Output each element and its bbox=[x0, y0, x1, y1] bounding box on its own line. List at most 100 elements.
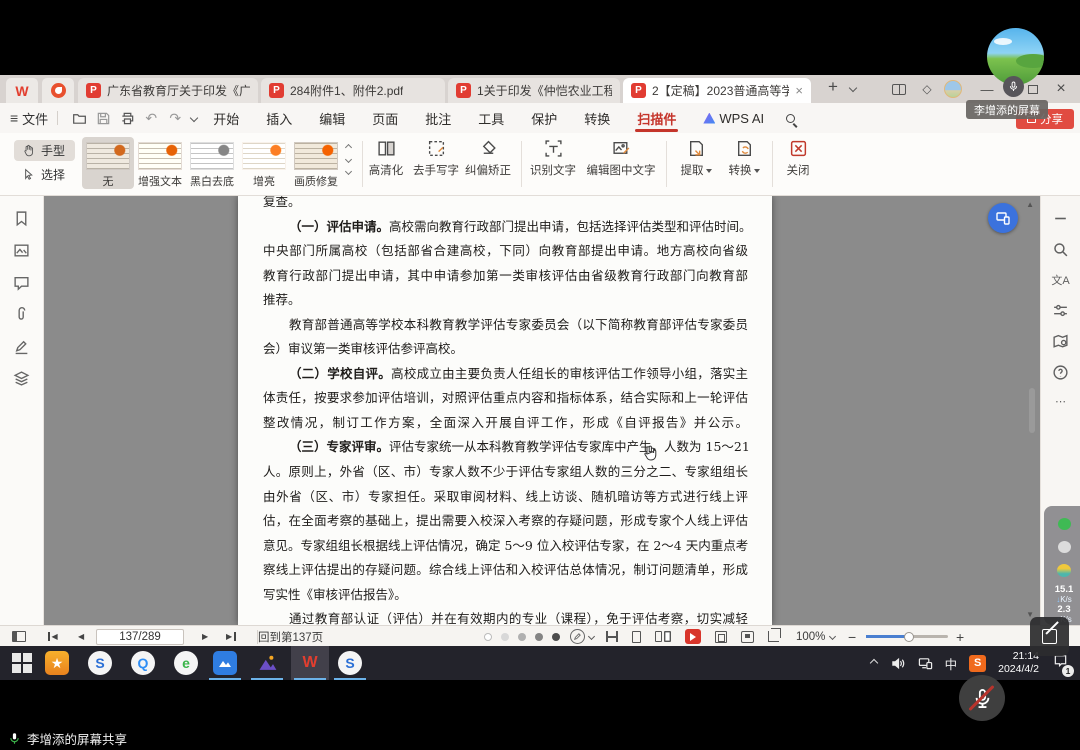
mute-toggle-button[interactable] bbox=[959, 675, 1005, 721]
network-display-icon[interactable] bbox=[918, 656, 933, 671]
sogou-input-icon[interactable]: S bbox=[969, 655, 986, 672]
filter-brighten[interactable]: 增亮 bbox=[238, 137, 290, 189]
last-page-button[interactable]: ▶ bbox=[226, 626, 236, 647]
annotation-tool-button[interactable] bbox=[1030, 617, 1069, 656]
zoom-level-button[interactable]: 100% bbox=[796, 626, 835, 647]
tab-document-4-active[interactable]: P 2【定稿】2023普通高等学校 × bbox=[623, 78, 811, 103]
tab-close-icon[interactable]: × bbox=[795, 84, 803, 97]
deskew-button[interactable]: 纠偏矫正 bbox=[462, 139, 514, 178]
crop-view-button[interactable] bbox=[768, 631, 779, 642]
search-icon[interactable] bbox=[786, 114, 795, 123]
page-color-light[interactable] bbox=[501, 633, 509, 641]
comment-icon[interactable] bbox=[13, 274, 30, 291]
taskbar-app-favorites[interactable]: ★ bbox=[45, 646, 69, 680]
multi-device-float-button[interactable] bbox=[988, 203, 1018, 233]
zoom-slider-handle[interactable] bbox=[904, 632, 914, 642]
menu-convert[interactable]: 转换 bbox=[584, 103, 610, 133]
tab-document-1[interactable]: P 广东省教育厅关于印发《广东省 bbox=[78, 78, 258, 103]
remove-handwriting-button[interactable]: 去手写字 bbox=[410, 139, 462, 178]
tab-document-2[interactable]: P 284附件1、附件2.pdf bbox=[261, 78, 445, 103]
adjust-icon[interactable] bbox=[1052, 302, 1069, 319]
page-color-dim[interactable] bbox=[535, 633, 543, 641]
translate-icon[interactable]: 文A bbox=[1051, 272, 1069, 288]
taskbar-app-browser-s[interactable]: S bbox=[88, 646, 112, 680]
first-page-button[interactable]: ◀ bbox=[48, 626, 58, 647]
collapse-icon[interactable] bbox=[1052, 210, 1069, 227]
bookmark-icon[interactable] bbox=[13, 210, 30, 227]
menu-protect[interactable]: 保护 bbox=[531, 103, 557, 133]
taskbar-app-meeting[interactable] bbox=[213, 646, 237, 680]
menu-comment[interactable]: 批注 bbox=[425, 103, 451, 133]
zoom-out-button[interactable]: − bbox=[848, 626, 856, 647]
page-panel-button[interactable] bbox=[715, 631, 727, 643]
filter-none[interactable]: 无 bbox=[82, 137, 134, 189]
menu-scan-active[interactable]: 扫描件 bbox=[637, 103, 676, 133]
gallery-expand-icon[interactable] bbox=[345, 168, 352, 175]
next-page-button[interactable]: ▶ bbox=[202, 626, 208, 647]
sidebar-toggle-button[interactable] bbox=[12, 626, 26, 647]
action-center-button[interactable]: 1 bbox=[1053, 653, 1068, 673]
continuous-view-button[interactable] bbox=[606, 631, 618, 642]
wps-home-tab[interactable]: W bbox=[6, 78, 38, 103]
volume-icon[interactable] bbox=[891, 656, 906, 671]
page-color-dark[interactable] bbox=[552, 633, 560, 641]
print-icon[interactable] bbox=[118, 109, 136, 127]
hand-tool-button[interactable]: 手型 bbox=[14, 140, 75, 161]
page-number-input[interactable] bbox=[96, 629, 184, 645]
extract-button[interactable]: 提取 bbox=[674, 139, 718, 178]
gallery-up-icon[interactable] bbox=[345, 144, 352, 151]
restore-button[interactable] bbox=[1022, 81, 1044, 97]
single-page-view-button[interactable] bbox=[632, 631, 641, 643]
docer-tab[interactable] bbox=[42, 78, 74, 103]
account-avatar[interactable] bbox=[944, 80, 962, 98]
undo-icon[interactable]: ↶ bbox=[142, 109, 160, 127]
new-tab-button[interactable]: + bbox=[822, 77, 844, 101]
close-scan-button[interactable]: 关闭 bbox=[779, 139, 817, 178]
signature-icon[interactable] bbox=[13, 338, 30, 355]
page-color-white[interactable] bbox=[484, 633, 492, 641]
highlight-pen-button[interactable] bbox=[570, 626, 594, 647]
split-view-button[interactable] bbox=[888, 81, 910, 97]
gallery-down-icon[interactable] bbox=[345, 156, 352, 163]
taskbar-app-browser-s2[interactable]: S bbox=[338, 646, 362, 680]
workspace-button[interactable]: ◇ bbox=[916, 81, 938, 97]
scroll-up-icon[interactable]: ▲ bbox=[1026, 200, 1034, 209]
taskbar-app-mountain[interactable] bbox=[255, 646, 279, 680]
menu-tools[interactable]: 工具 bbox=[478, 103, 504, 133]
thumbnail-icon[interactable] bbox=[13, 242, 30, 259]
hd-enhance-button[interactable]: 高清化 bbox=[364, 139, 408, 178]
more-icon[interactable]: ⋯ bbox=[1055, 395, 1066, 408]
menu-file[interactable]: 文件 bbox=[22, 109, 48, 128]
menu-insert[interactable]: 插入 bbox=[266, 103, 292, 133]
fullscreen-button[interactable] bbox=[741, 631, 754, 643]
prev-page-button[interactable]: ◀ bbox=[78, 626, 84, 647]
edit-image-text-button[interactable]: 编辑图中文字 bbox=[581, 139, 661, 178]
ime-indicator[interactable]: 中 bbox=[945, 654, 958, 673]
taskbar-app-qq-browser[interactable]: Q bbox=[131, 646, 155, 680]
recognize-text-button[interactable]: 识别文字 bbox=[527, 139, 579, 178]
tray-expand-icon[interactable] bbox=[869, 659, 877, 667]
taskbar-app-360-browser[interactable]: e bbox=[174, 646, 198, 680]
menu-page[interactable]: 页面 bbox=[372, 103, 398, 133]
menu-start[interactable]: 开始 bbox=[213, 103, 239, 133]
tab-list-chevron-icon[interactable] bbox=[849, 84, 857, 92]
start-button[interactable] bbox=[8, 646, 36, 680]
navigate-icon[interactable] bbox=[1052, 333, 1069, 350]
attachment-icon[interactable] bbox=[13, 306, 30, 323]
filter-bw-clean[interactable]: 黑白去底 bbox=[186, 137, 238, 189]
convert-button[interactable]: 转换 bbox=[722, 139, 766, 178]
zoom-in-button[interactable]: + bbox=[956, 626, 964, 647]
back-to-page-button[interactable]: 回到第137页 bbox=[258, 626, 323, 647]
menu-wps-ai[interactable]: WPS AI bbox=[703, 103, 764, 133]
network-monitor-widget[interactable]: 15.1 ↓K/s 2.3 ↑K/s bbox=[1044, 506, 1080, 625]
help-icon[interactable] bbox=[1052, 364, 1069, 381]
page-color-mid[interactable] bbox=[518, 633, 526, 641]
zoom-slider[interactable] bbox=[866, 626, 948, 647]
quickbar-chevron-icon[interactable] bbox=[190, 114, 198, 122]
open-folder-icon[interactable] bbox=[70, 109, 88, 127]
redo-icon[interactable]: ↷ bbox=[166, 109, 184, 127]
find-icon[interactable] bbox=[1052, 241, 1069, 258]
scrollbar-thumb[interactable] bbox=[1029, 388, 1035, 433]
tab-document-3[interactable]: P 1关于印发《仲恺农业工程学院本 bbox=[448, 78, 620, 103]
save-icon[interactable] bbox=[94, 109, 112, 127]
